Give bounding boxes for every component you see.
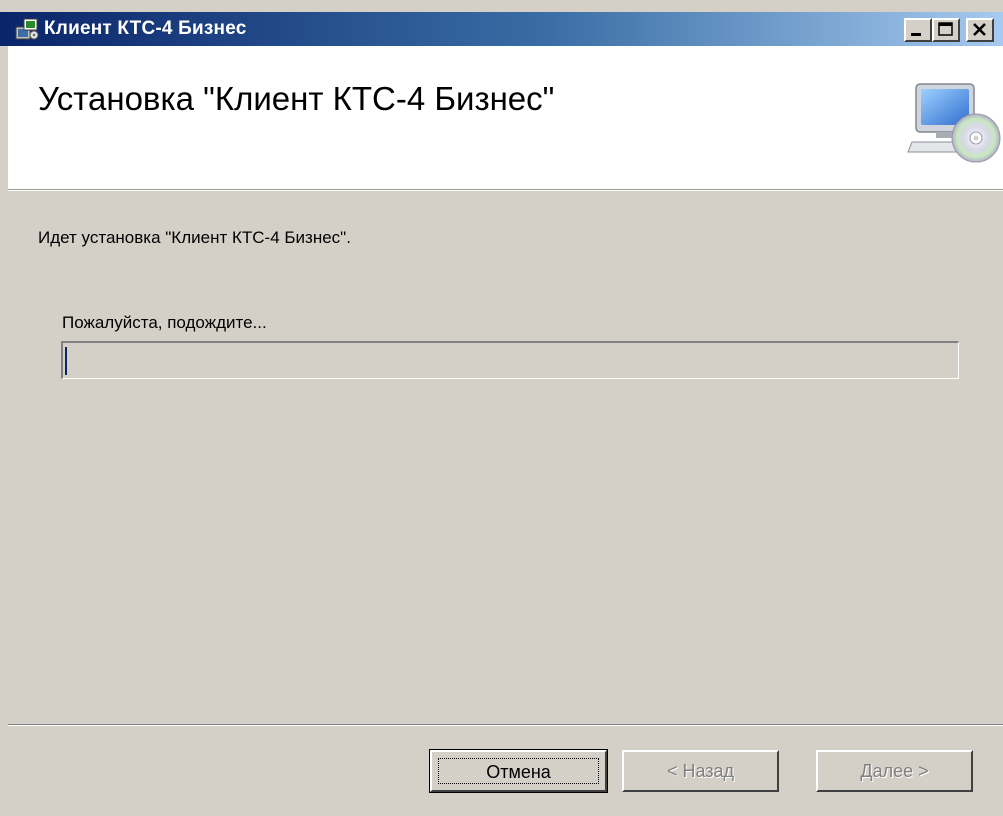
title-bar[interactable]: Клиент КТС-4 Бизнес: [0, 12, 1003, 46]
header-banner: Установка "Клиент КТС-4 Бизнес": [8, 46, 1003, 190]
status-text: Идет установка "Клиент КТС-4 Бизнес".: [38, 228, 351, 247]
back-button[interactable]: < Назад: [622, 750, 779, 792]
footer-divider-highlight: [8, 725, 1003, 726]
close-button[interactable]: [966, 18, 994, 42]
cancel-button-label: Отмена: [438, 758, 599, 784]
progress-label: Пожалуйста, подождите...: [62, 313, 267, 332]
progress-start-marker: [65, 347, 67, 375]
progress-bar: [61, 341, 959, 379]
cancel-button[interactable]: Отмена: [429, 749, 608, 793]
window-title: Клиент КТС-4 Бизнес: [44, 18, 247, 39]
installer-window: Клиент КТС-4 Бизнес Установка "Клиент КТ…: [0, 0, 1003, 816]
minimize-button[interactable]: [904, 18, 932, 42]
maximize-button[interactable]: [932, 18, 960, 42]
next-button[interactable]: Далее >: [816, 750, 973, 792]
installer-package-icon: [14, 17, 40, 41]
computer-cd-icon: [906, 76, 1003, 164]
banner-title: Установка "Клиент КТС-4 Бизнес": [38, 80, 555, 117]
next-button-label: Далее >: [860, 761, 929, 781]
back-button-label: < Назад: [666, 761, 735, 781]
banner-divider: [8, 190, 1003, 191]
